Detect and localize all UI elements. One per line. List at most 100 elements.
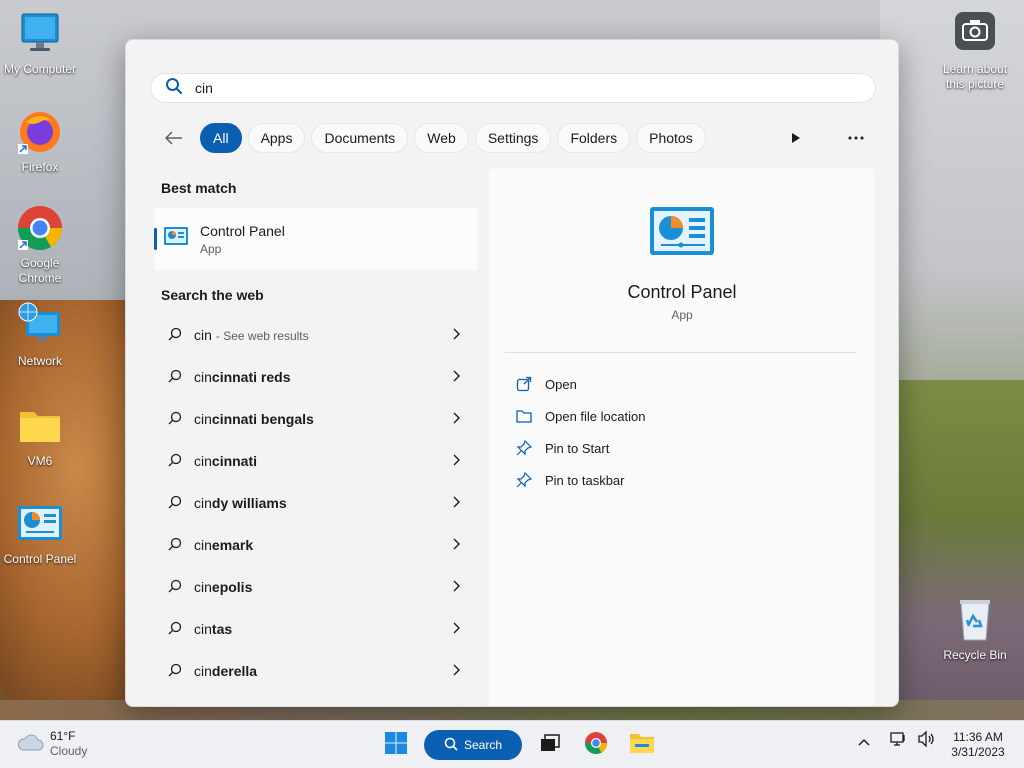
more-options-icon[interactable] (840, 123, 872, 153)
windows-logo-icon (385, 731, 407, 759)
detail-pane: Control Panel App Open Open file locatio… (489, 168, 875, 706)
action-label: Pin to Start (545, 440, 610, 456)
web-result-text: cin (194, 327, 212, 343)
filter-chip-photos[interactable]: Photos (636, 123, 706, 153)
clock-time: 11:36 AM (953, 730, 1003, 744)
folder-icon (16, 402, 64, 450)
best-match-name: Control Panel (200, 222, 285, 239)
taskbar-apps: Search (378, 727, 660, 763)
web-result-suggestion[interactable]: cinderella (154, 650, 478, 692)
suggestion-prefix: cin (194, 453, 212, 469)
search-icon (168, 369, 182, 386)
chevron-right-icon (452, 495, 460, 511)
web-result-suggestion[interactable]: cincinnati bengals (154, 398, 478, 440)
chevron-right-icon (452, 453, 460, 469)
volume-icon[interactable] (918, 730, 936, 752)
desktop-icon-label: Recycle Bin (943, 648, 1007, 662)
web-result-suggestion[interactable]: cincinnati (154, 440, 478, 482)
filter-chip-documents[interactable]: Documents (311, 123, 409, 153)
clock-date: 3/31/2023 (951, 745, 1005, 759)
desktop-icon-firefox[interactable]: Firefox (0, 108, 80, 175)
system-clock[interactable]: 11:36 AM 3/31/2023 (940, 730, 1016, 760)
web-result-see-results[interactable]: cin - See web results (154, 314, 478, 356)
action-label: Open (545, 376, 577, 392)
control-panel-icon (164, 226, 188, 252)
suggestion-completion: dy williams (211, 495, 287, 511)
back-arrow-icon[interactable] (160, 124, 188, 152)
suggestion-completion: cinnati (211, 453, 258, 469)
control-panel-icon (649, 206, 715, 256)
chevron-right-icon (452, 411, 460, 427)
taskbar-chrome[interactable] (578, 727, 614, 763)
suggestion-prefix: cin (194, 411, 212, 427)
search-icon (168, 327, 182, 344)
chevron-right-icon (452, 621, 460, 637)
search-panel: All Apps Documents Web Settings Folders … (125, 39, 899, 707)
search-icon (168, 495, 182, 512)
detail-type: App (671, 308, 693, 322)
web-result-suggestion[interactable]: cinemark (154, 524, 478, 566)
filter-chip-folders[interactable]: Folders (557, 123, 631, 153)
network-status-icon[interactable] (890, 731, 908, 752)
chevron-right-icon (452, 579, 460, 595)
pin-to-taskbar-action[interactable]: Pin to taskbar (515, 464, 645, 496)
task-view-button[interactable] (532, 727, 568, 763)
more-filters-play-icon[interactable] (780, 123, 812, 153)
open-file-location-action[interactable]: Open file location (515, 400, 645, 432)
desktop-icon-google-chrome[interactable]: Google Chrome (0, 204, 80, 286)
start-button[interactable] (378, 727, 414, 763)
pin-icon (515, 471, 533, 489)
web-result-suggestion[interactable]: cincinnati reds (154, 356, 478, 398)
search-box[interactable] (150, 73, 876, 103)
desktop-icon-vm6[interactable]: VM6 (0, 402, 80, 469)
web-result-suggestion[interactable]: cinepolis (154, 566, 478, 608)
web-result-hint: - See web results (215, 329, 309, 343)
file-explorer-icon (629, 732, 655, 759)
chevron-right-icon (452, 369, 460, 385)
web-result-suggestion[interactable]: cintas (154, 608, 478, 650)
suggestion-completion: derella (211, 663, 258, 679)
desktop-icon-recycle-bin[interactable]: Recycle Bin (935, 596, 1015, 663)
search-icon (165, 77, 183, 100)
desktop-icon-label: My Computer (3, 62, 77, 76)
filter-chip-apps[interactable]: Apps (247, 123, 306, 153)
search-icon (444, 737, 458, 754)
selection-indicator (154, 228, 157, 250)
desktop-icon-label: Control Panel (3, 552, 77, 566)
chevron-right-icon (452, 327, 460, 343)
web-result-suggestion[interactable]: cindy williams (154, 482, 478, 524)
taskbar-file-explorer[interactable] (624, 727, 660, 763)
suggestion-completion: cinnati bengals (211, 411, 314, 427)
weather-widget[interactable]: 61°F Cloudy (16, 729, 87, 759)
desktop-icon-control-panel[interactable]: Control Panel (0, 500, 80, 567)
open-action[interactable]: Open (515, 368, 645, 400)
chevron-up-icon[interactable] (858, 733, 870, 751)
pin-to-start-action[interactable]: Pin to Start (515, 432, 645, 464)
action-list: Open Open file location Pin to Start Pin… (515, 368, 645, 496)
cloud-icon (16, 732, 44, 757)
desktop-icon-network[interactable]: Network (0, 302, 80, 369)
filter-chip-web[interactable]: Web (414, 123, 469, 153)
desktop-icon-my-computer[interactable]: My Computer (0, 10, 80, 77)
suggestion-prefix: cin (194, 495, 212, 511)
search-input[interactable] (195, 80, 835, 96)
chevron-right-icon (452, 537, 460, 553)
suggestion-completion: tas (211, 621, 233, 637)
filter-chip-settings[interactable]: Settings (474, 123, 552, 153)
search-icon (168, 579, 182, 596)
divider (505, 352, 857, 353)
best-match-item[interactable]: Control Panel App (154, 208, 478, 270)
suggestion-completion: epolis (211, 579, 253, 595)
filter-chip-all[interactable]: All (200, 123, 242, 153)
chrome-icon (584, 731, 608, 760)
pin-icon (515, 439, 533, 457)
suggestion-completion: cinnati reds (211, 369, 291, 385)
web-results-list: cin - See web results cincinnati reds cin… (154, 314, 478, 692)
suggestion-completion: emark (211, 537, 254, 553)
taskbar-search-button[interactable]: Search (424, 730, 522, 760)
desktop-icon-learn-about-picture[interactable]: Learn about this picture (935, 10, 1015, 92)
firefox-icon (16, 108, 64, 156)
best-match-heading: Best match (161, 180, 237, 196)
suggestion-prefix: cin (194, 537, 212, 553)
wallpaper-hillside (880, 380, 1024, 720)
